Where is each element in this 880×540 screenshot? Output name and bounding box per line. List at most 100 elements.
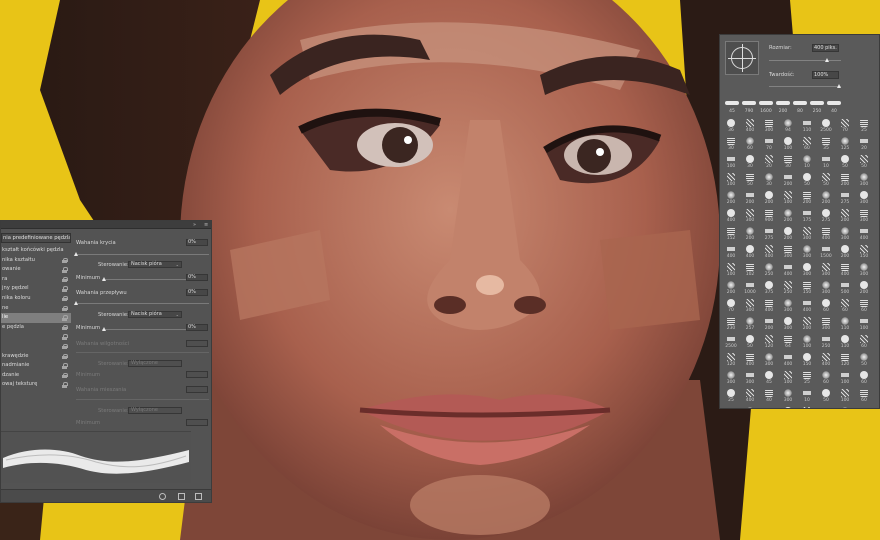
brush-preset[interactable]: 2500 [724, 334, 738, 352]
size-input[interactable]: 400 piks. [812, 44, 839, 52]
brush-preset[interactable]: 300 [781, 388, 795, 406]
brush-preset[interactable]: 100 [857, 316, 871, 334]
brush-preset[interactable]: 200 [762, 190, 776, 208]
brush-preset[interactable]: 100 [838, 370, 852, 388]
brush-preset[interactable]: 100 [838, 388, 852, 406]
brush-preset[interactable]: 400 [743, 388, 757, 406]
brush-preset[interactable]: 120 [838, 352, 852, 370]
brush-preset[interactable]: 200 [800, 316, 814, 334]
option-wet-edges[interactable] [1, 342, 71, 352]
option-noise[interactable] [1, 332, 71, 342]
brush-preset[interactable]: 10 [800, 388, 814, 406]
minimum-slider[interactable] [102, 279, 186, 280]
brush-preset[interactable]: 45 [762, 370, 776, 388]
brush-preset[interactable]: 35 [819, 136, 833, 154]
toggle-preview-icon[interactable] [159, 493, 166, 500]
brush-preset[interactable]: 30 [743, 154, 757, 172]
brush-preset[interactable]: 300 [857, 208, 871, 226]
brush-preset[interactable]: 257 [743, 316, 757, 334]
brush-preset[interactable]: 60 [819, 370, 833, 388]
brush-preset[interactable]: 30 [781, 154, 795, 172]
brush-preset[interactable]: 200 [724, 190, 738, 208]
brush-preset[interactable]: 300 [781, 316, 795, 334]
brush-preset[interactable]: 36 [724, 118, 738, 136]
brush-preset[interactable]: 900 [762, 208, 776, 226]
control-dropdown[interactable]: Nacisk pióra ⌄ [128, 311, 182, 318]
brush-preset[interactable]: 250 [781, 280, 795, 298]
brush-preset[interactable]: 60 [838, 406, 852, 408]
brush-preset[interactable]: 50 [857, 154, 871, 172]
opacity-jitter-value[interactable]: 0% [186, 239, 208, 246]
lock-icon[interactable] [62, 315, 68, 321]
brush-preset[interactable]: 400 [819, 352, 833, 370]
hardness-slider-thumb[interactable] [837, 84, 841, 88]
brush-preset[interactable]: 200 [762, 316, 776, 334]
brush-preset[interactable]: 200 [838, 172, 852, 190]
option-scattering[interactable]: owanie [1, 265, 71, 275]
brush-preset[interactable]: 150 [800, 280, 814, 298]
brush-preset[interactable]: 60 [800, 136, 814, 154]
brush-preset[interactable]: 30 [724, 136, 738, 154]
brush-preset[interactable]: 110 [838, 334, 852, 352]
brush-preset[interactable]: 60 [819, 298, 833, 316]
brush-preset[interactable]: 400 [743, 352, 757, 370]
brush-preset[interactable]: 300 [800, 262, 814, 280]
brush-preset[interactable]: 300 [857, 262, 871, 280]
brush-preset[interactable]: 200 [838, 244, 852, 262]
brush-preset[interactable]: 60 [857, 370, 871, 388]
brush-preset[interactable]: 375 [762, 280, 776, 298]
option-active-transfer[interactable]: lie [1, 313, 71, 323]
brush-preset[interactable]: 25 [857, 118, 871, 136]
brush-preset[interactable]: 30 [762, 172, 776, 190]
brush-preset[interactable]: 64 [781, 334, 795, 352]
brush-preset[interactable]: 100 [724, 154, 738, 172]
brush-preset[interactable]: 50 [857, 352, 871, 370]
lock-icon[interactable] [62, 276, 68, 283]
minimum-value[interactable]: 0% [186, 324, 208, 331]
brush-preset[interactable]: 25 [724, 388, 738, 406]
brush-preset[interactable]: 300 [743, 208, 757, 226]
brush-preset[interactable]: 152 [724, 226, 738, 244]
brush-preset[interactable]: 500 [838, 280, 852, 298]
lock-icon[interactable] [62, 363, 68, 369]
brush-preset[interactable]: 300 [819, 262, 833, 280]
brush-preset[interactable]: 20 [857, 136, 871, 154]
recent-brush[interactable] [810, 101, 824, 105]
panel-menu-icon[interactable]: ≡ [204, 222, 208, 228]
brush-preset[interactable]: 100 [781, 370, 795, 388]
recent-brush[interactable] [776, 101, 790, 105]
brush-preset[interactable]: 45 [762, 406, 776, 408]
brush-preset[interactable]: 400 [743, 118, 757, 136]
option-texture[interactable]: ra [1, 275, 71, 285]
brush-preset[interactable]: 200 [800, 190, 814, 208]
brush-preset[interactable]: 60 [857, 406, 871, 408]
brush-preset[interactable]: 1500 [819, 244, 833, 262]
brush-preset[interactable]: 100 [781, 136, 795, 154]
brush-preset[interactable]: 400 [819, 226, 833, 244]
brush-preset[interactable]: 120 [762, 334, 776, 352]
brush-preset[interactable]: 25 [781, 406, 795, 408]
brush-preset[interactable]: 300 [743, 370, 757, 388]
lock-icon[interactable] [62, 324, 68, 331]
option-dual-brush[interactable]: jny pędzel [1, 284, 71, 294]
brush-preset[interactable]: 50 [819, 388, 833, 406]
brush-preset[interactable]: 102 [743, 262, 757, 280]
brush-preset[interactable]: 10 [800, 154, 814, 172]
size-slider-thumb[interactable] [825, 58, 829, 62]
minimum-slider-thumb[interactable] [102, 277, 106, 281]
brush-preset[interactable]: 300 [781, 244, 795, 262]
brush-preset[interactable]: 40 [762, 388, 776, 406]
option-protect-texture[interactable]: owaj teksturę [1, 380, 71, 390]
lock-icon[interactable] [62, 295, 68, 302]
brush-preset[interactable]: 300 [857, 190, 871, 208]
brush-preset[interactable]: 94 [781, 118, 795, 136]
option-brush-tip-shape[interactable]: kształt końcówki pędzla [1, 246, 71, 256]
brush-preset[interactable]: 400 [762, 244, 776, 262]
lock-icon[interactable] [62, 267, 68, 273]
option-shape-dynamics[interactable]: nika kształtu [1, 256, 71, 266]
lock-icon[interactable] [62, 372, 68, 379]
hardness-slider[interactable] [769, 86, 841, 87]
brush-preset[interactable]: 250 [819, 334, 833, 352]
brush-preset[interactable]: 230 [724, 316, 738, 334]
option-protect[interactable]: dzanie [1, 371, 71, 381]
